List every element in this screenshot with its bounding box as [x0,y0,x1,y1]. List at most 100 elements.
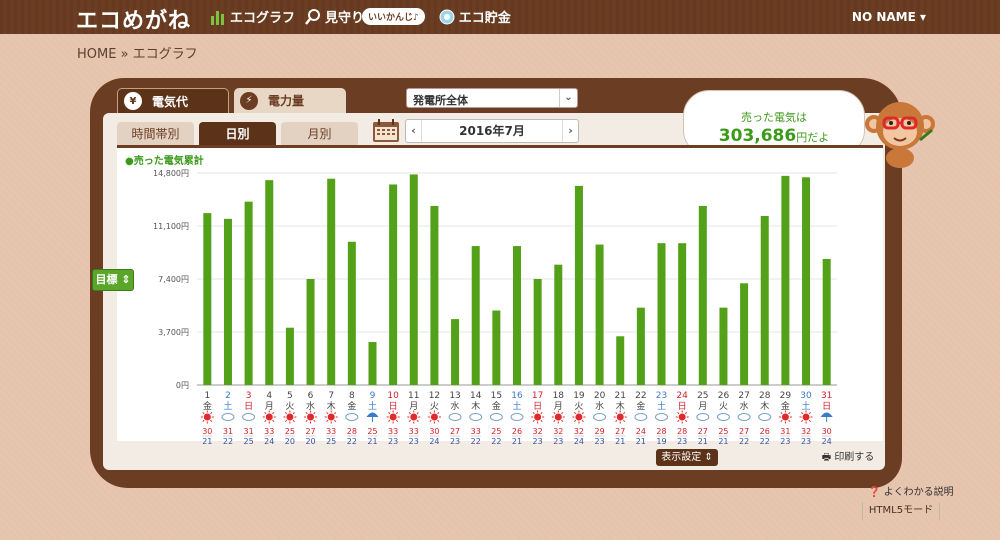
cloud-icon [737,413,751,421]
status-bubble: いいかんじ♪ [362,8,425,25]
sun-ray [677,412,680,415]
help-link[interactable]: ❓ よくわかる説明 [868,483,954,498]
print-button[interactable]: 🖶 印刷する [808,449,888,466]
x-tick-day: 30 [800,391,812,401]
bar [265,180,274,385]
calendar-icon[interactable] [372,119,400,143]
x-tick-weekday: 木 [471,400,480,412]
user-menu[interactable]: NO NAME ▾ [852,10,926,24]
umbrella-icon [366,412,379,417]
high-temp: 33 [471,427,481,436]
sun-ray [808,419,811,422]
sun-icon [307,413,315,421]
sun-icon [802,413,810,421]
x-tick-day: 12 [429,391,440,401]
x-tick-weekday: 月 [698,401,707,412]
high-temp: 25 [491,427,501,436]
high-temp: 25 [367,427,377,436]
cloud-icon [448,413,462,421]
low-temp: 23 [533,437,543,444]
sun-ray [540,419,543,422]
help-label: よくわかる説明 [883,487,954,498]
cloud-icon [221,413,235,421]
x-tick-day: 29 [780,391,792,401]
x-tick-weekday: 水 [306,400,315,412]
tab-daily[interactable]: 日別 [199,122,276,145]
sun-ray [305,412,308,415]
next-month-button[interactable]: › [562,120,578,142]
sun-ray [623,419,626,422]
breadcrumb: HOME » エコグラフ [77,47,198,62]
nav-item-label: エコグラフ [230,11,296,26]
high-temp: 28 [347,427,357,436]
bar [533,279,542,385]
sun-ray [395,412,399,415]
sun-ray [623,412,626,415]
high-temp: 31 [223,427,233,436]
sun-ray [210,412,213,415]
high-temp: 33 [388,427,398,436]
sun-ray [581,419,584,422]
magnifier-icon [305,8,321,25]
plant-select[interactable]: 発電所全体 ⌄ [406,88,578,108]
sun-icon [575,413,583,421]
high-temp: 33 [326,427,336,436]
sun-ray [334,419,337,422]
x-tick-day: 20 [594,391,606,401]
sun-ray [388,412,391,415]
nav-item-ecograph[interactable]: エコグラフ [210,7,295,26]
display-settings-button[interactable]: 表示設定 ⇕ [656,449,718,466]
goal-button[interactable]: 目標 ⇕ [92,269,134,291]
tab-electricity-cost[interactable]: ¥ 電気代 [117,88,229,113]
tab-label: 電気代 [152,94,189,109]
x-tick-weekday: 水 [740,400,749,412]
bar [678,243,687,385]
cloud-icon [469,413,483,421]
x-tick-weekday: 土 [802,400,811,412]
tab-hourly[interactable]: 時間帯別 [117,122,194,145]
tab-electricity-amount[interactable]: ⚡ 電力量 [234,88,346,113]
sun-ray [292,412,295,415]
sun-icon [678,413,686,421]
cloud-icon [242,413,256,421]
nav-item-mimamori[interactable]: 見守り いいかんじ♪ [305,7,429,26]
sun-icon [781,413,789,421]
y-tick-label: 0円 [176,381,189,390]
cloud-icon [634,413,648,421]
sun-icon [389,413,397,421]
x-tick-day: 13 [449,391,460,401]
y-tick-label: 11,100円 [153,222,189,231]
sun-ray [780,419,783,422]
current-date: 2016年7月 [459,124,525,138]
sun-ray [305,419,308,422]
yen-icon: ¥ [124,92,142,110]
x-tick-day: 24 [676,391,688,401]
low-temp: 25 [244,437,254,444]
bar [347,241,356,385]
x-tick-day: 16 [511,391,523,401]
sun-icon [554,413,562,421]
sold-value: 303,686円だよ [684,126,864,146]
main-nav: エコグラフ 見守り いいかんじ♪ エコ貯金 [210,7,521,26]
x-tick-weekday: 木 [616,400,625,412]
sun-ray [284,419,288,422]
app-logo[interactable]: エコめがね [76,3,191,35]
tab-monthly[interactable]: 月別 [281,122,358,145]
html5-mode-button[interactable]: HTML5モード [862,502,940,520]
prev-month-button[interactable]: ‹ [406,120,422,142]
high-temp: 26 [512,427,522,436]
low-temp: 24 [429,437,439,444]
sun-icon [534,413,542,421]
sun-ray [573,419,577,422]
sun-ray [615,412,618,415]
cloud-icon [716,413,730,421]
sun-icon [410,413,418,421]
sun-ray [553,419,556,422]
x-tick-weekday: 月 [409,401,418,412]
high-temp: 32 [574,427,584,436]
bar [760,215,769,385]
tab-label: 電力量 [268,94,305,108]
x-tick-weekday: 土 [512,400,521,412]
cloud-icon [510,413,524,421]
nav-item-ecosavings[interactable]: エコ貯金 [439,7,511,26]
